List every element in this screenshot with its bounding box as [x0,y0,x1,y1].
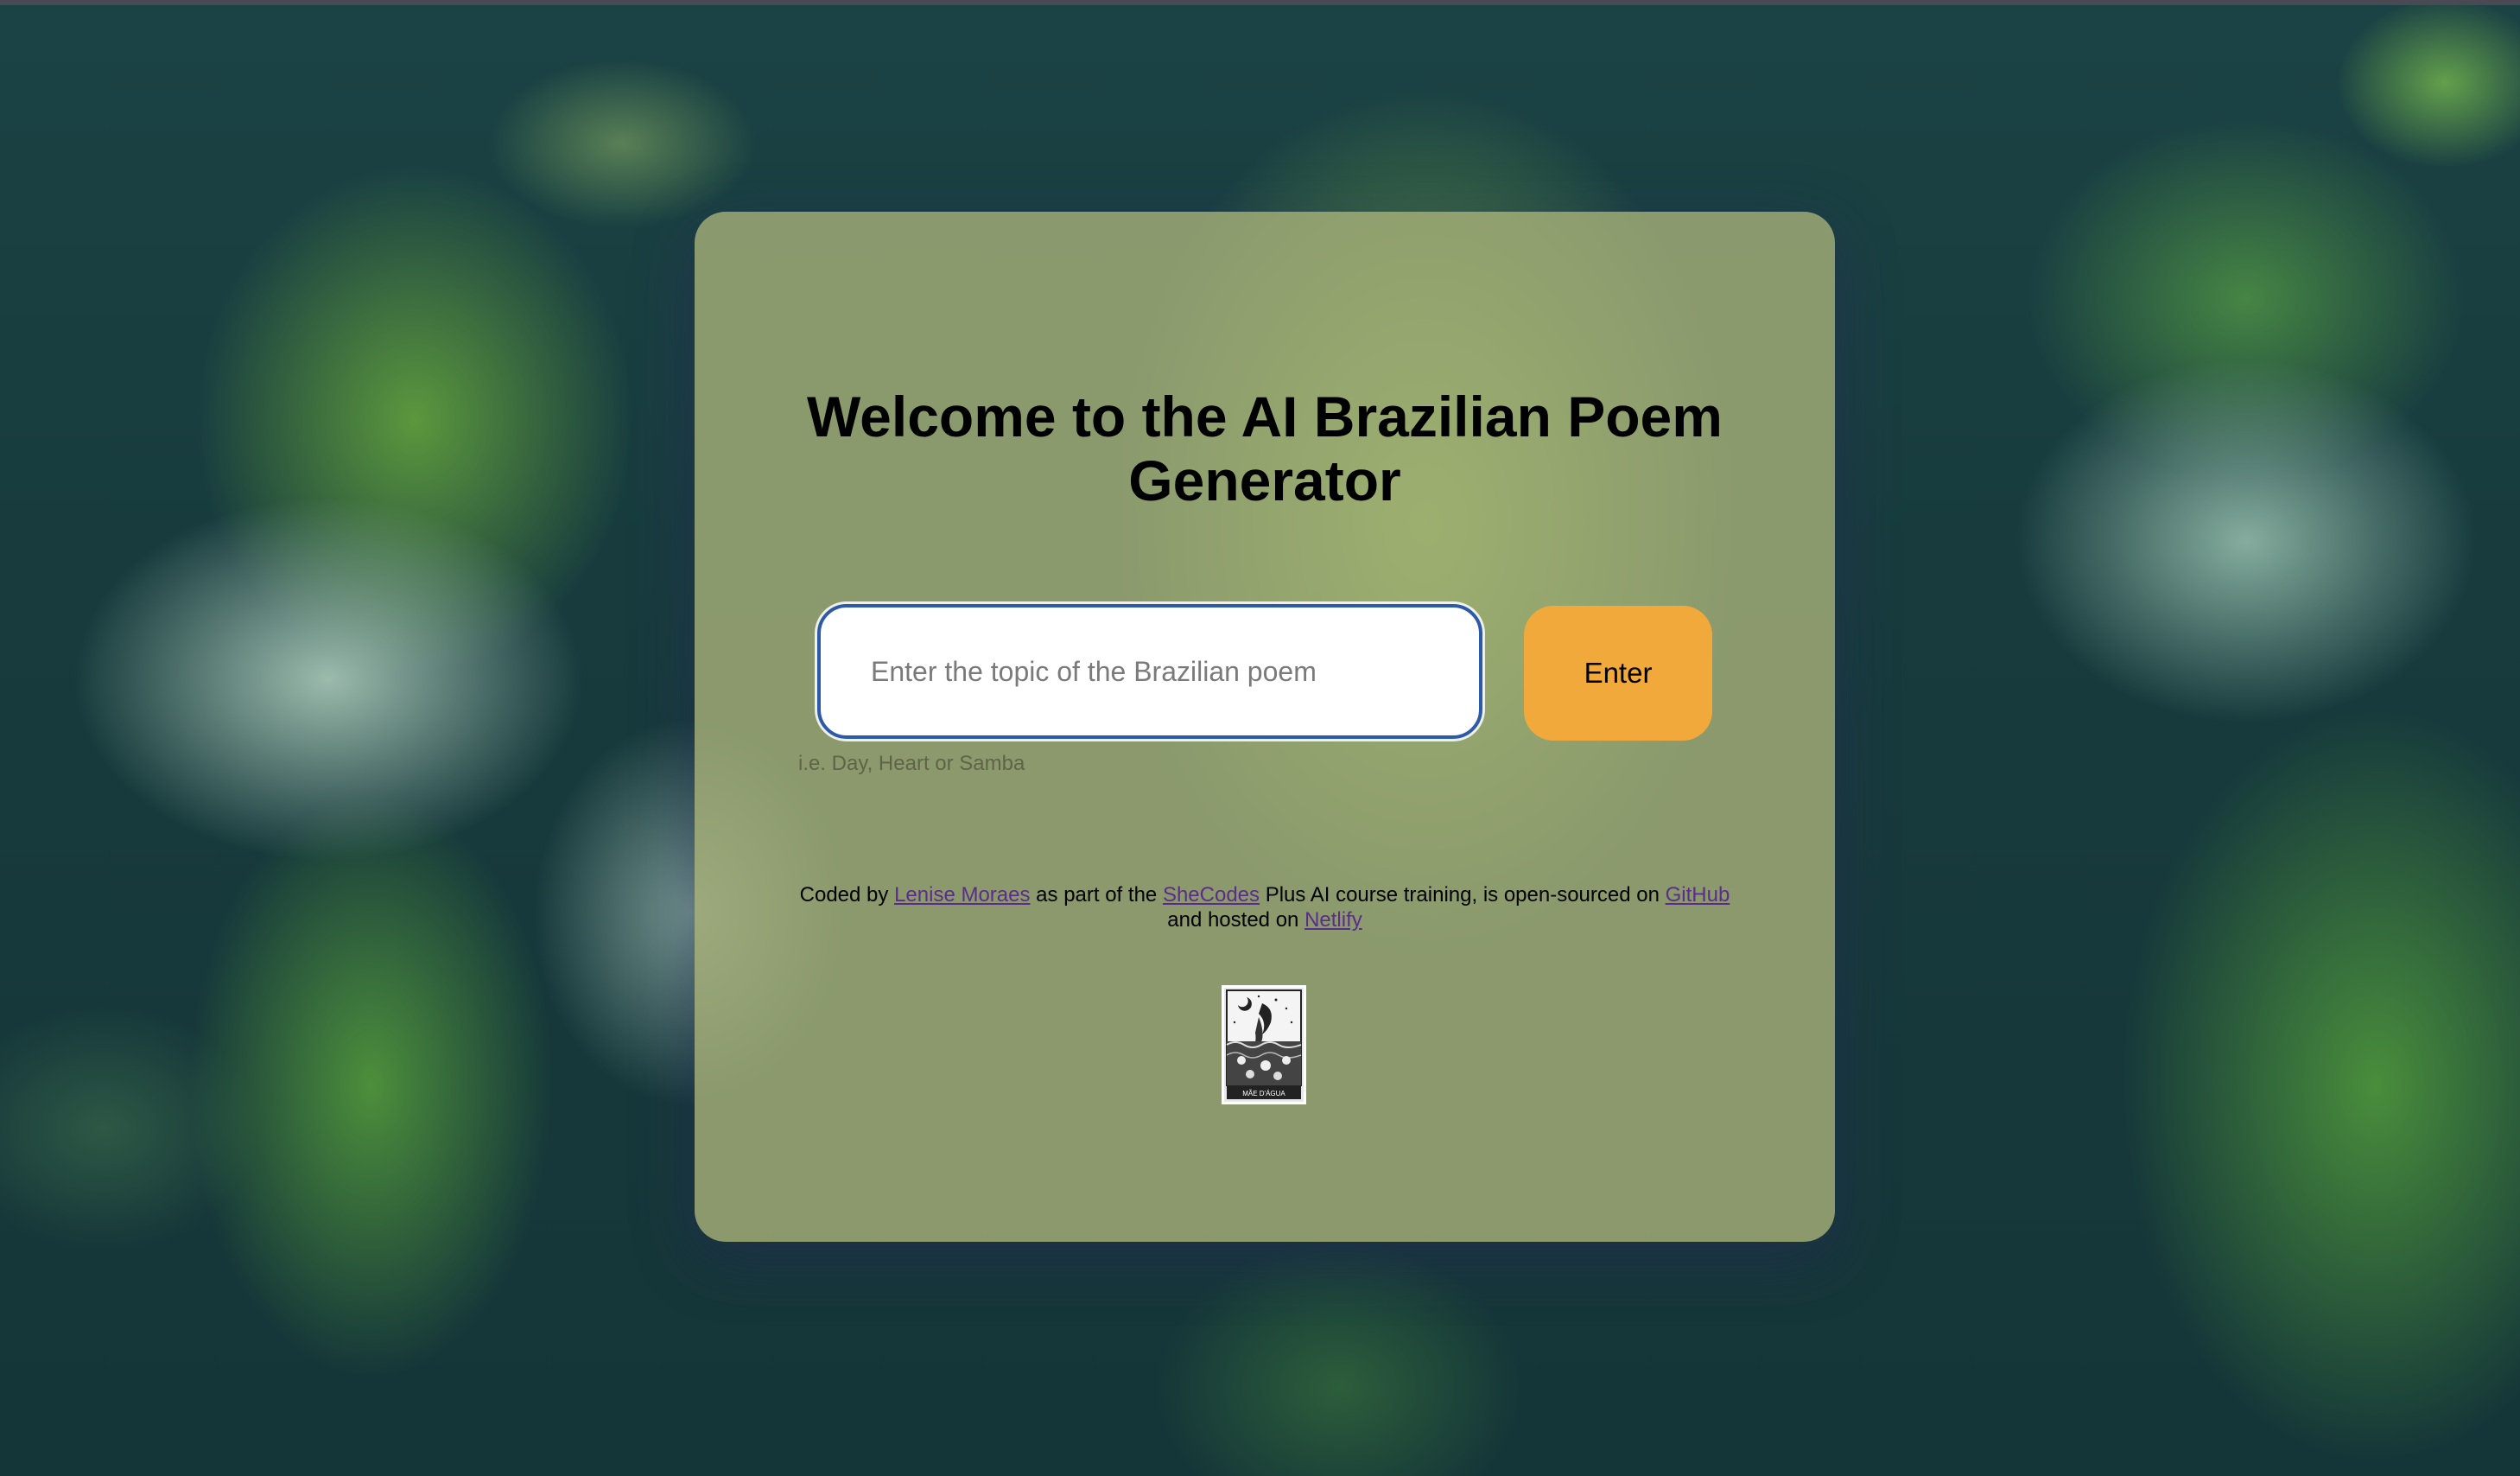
shecodes-link[interactable]: SheCodes [1163,883,1260,907]
enter-button[interactable]: Enter [1524,606,1712,741]
github-link[interactable]: GitHub [1666,883,1730,907]
author-link[interactable]: Lenise Moraes [894,883,1030,907]
poster-caption: MÃE D'ÁGUA [1242,1090,1285,1097]
footer-part-of: as part of the [1036,883,1158,907]
input-hint: i.e. Day, Heart or Samba [798,752,1025,775]
mermaid-illustration-icon: MÃE D'ÁGUA [1224,988,1304,1102]
netlify-link[interactable]: Netlify [1304,908,1362,932]
topic-input[interactable] [817,604,1482,739]
footer-coded-by: Coded by [799,883,889,907]
mae-dagua-illustration: MÃE D'ÁGUA [1222,985,1306,1104]
generator-card: Welcome to the AI Brazilian Poem Generat… [695,212,1835,1242]
footer-hosted-text: and hosted on [1167,908,1299,932]
footer-course-text: Plus AI course training, is open-sourced… [1265,883,1660,907]
page-title: Welcome to the AI Brazilian Poem Generat… [695,385,1835,512]
footer-credits: Coded by Lenise Moraes as part of the Sh… [695,882,1835,932]
page-title-text: Welcome to the AI Brazilian Poem Generat… [807,385,1723,512]
